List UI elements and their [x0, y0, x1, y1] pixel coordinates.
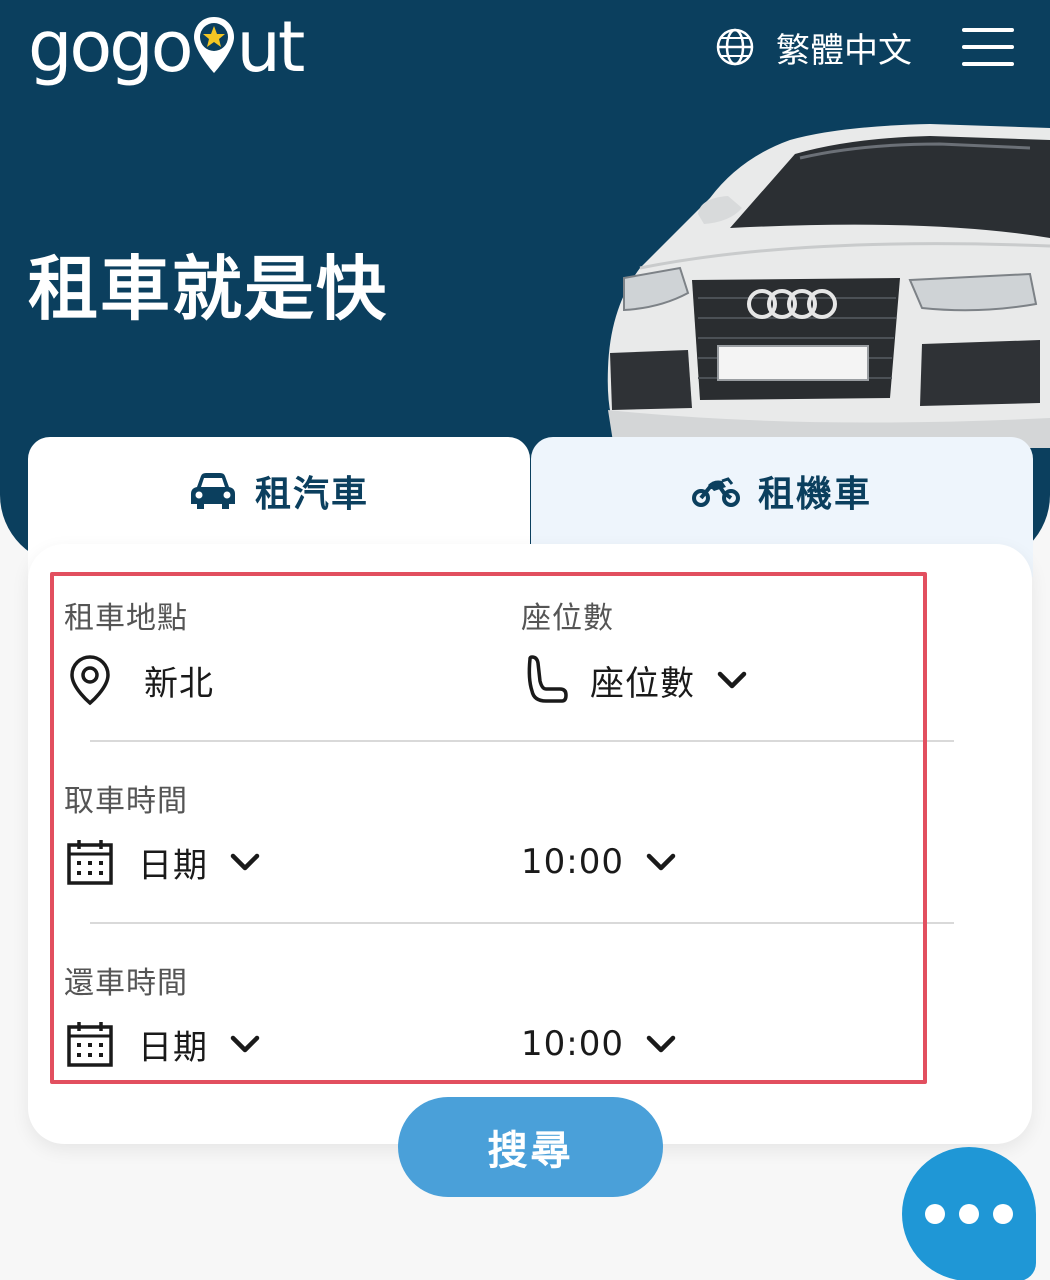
car-illustration — [607, 124, 1050, 448]
seats-dropdown[interactable]: 座位數 — [524, 650, 747, 710]
car-icon — [190, 473, 235, 509]
globe-icon — [716, 28, 754, 66]
return-date-dropdown[interactable]: 日期 — [66, 1014, 260, 1074]
car-seat-icon — [527, 655, 568, 703]
chat-button[interactable] — [902, 1147, 1036, 1280]
page: gogo ut 繁體中文 租車就是快 租汽車 租機車 租車地點 座位數 新北 座… — [0, 0, 1050, 1280]
map-pin-star-icon — [193, 17, 234, 73]
chat-dots-icon — [925, 1204, 945, 1224]
calendar-icon — [67, 1022, 113, 1067]
pickup-date-dropdown[interactable]: 日期 — [66, 832, 260, 892]
hero-title: 租車就是快 — [28, 248, 388, 330]
location-label: 租車地點 — [64, 601, 188, 636]
divider — [90, 922, 954, 924]
pickup-time-value: 10:00 — [521, 842, 624, 882]
chevron-down-icon — [646, 853, 676, 871]
tab-rent-car-label: 租汽車 — [254, 474, 369, 515]
pickup-time-dropdown[interactable]: 10:00 — [521, 832, 676, 892]
return-time-label: 還車時間 — [64, 966, 188, 1001]
motorcycle-icon — [691, 477, 740, 507]
language-label: 繁體中文 — [776, 30, 912, 71]
pickup-time-label: 取車時間 — [64, 784, 188, 819]
location-field[interactable]: 新北 — [68, 650, 214, 710]
chevron-down-icon — [230, 853, 260, 871]
chevron-down-icon — [646, 1035, 676, 1053]
return-date-value: 日期 — [138, 1027, 208, 1068]
location-pin-icon — [70, 655, 110, 706]
divider — [90, 740, 954, 742]
gogoout-logo[interactable]: gogo ut — [28, 6, 306, 88]
chevron-down-icon — [717, 671, 747, 689]
logo-text-start: gogo — [28, 6, 194, 88]
hamburger-menu-icon[interactable] — [962, 28, 1014, 66]
calendar-icon — [67, 840, 113, 885]
pickup-date-value: 日期 — [138, 845, 208, 886]
seats-label: 座位數 — [521, 601, 614, 636]
location-value: 新北 — [144, 663, 214, 704]
logo-text-end: ut — [236, 6, 306, 88]
tab-rent-scooter-label: 租機車 — [757, 474, 872, 515]
return-time-value: 10:00 — [521, 1024, 624, 1064]
language-selector[interactable]: 繁體中文 — [716, 24, 912, 71]
chevron-down-icon — [230, 1035, 260, 1053]
seats-value: 座位數 — [590, 663, 695, 704]
search-button[interactable]: 搜尋 — [398, 1097, 663, 1197]
return-time-dropdown[interactable]: 10:00 — [521, 1014, 676, 1074]
